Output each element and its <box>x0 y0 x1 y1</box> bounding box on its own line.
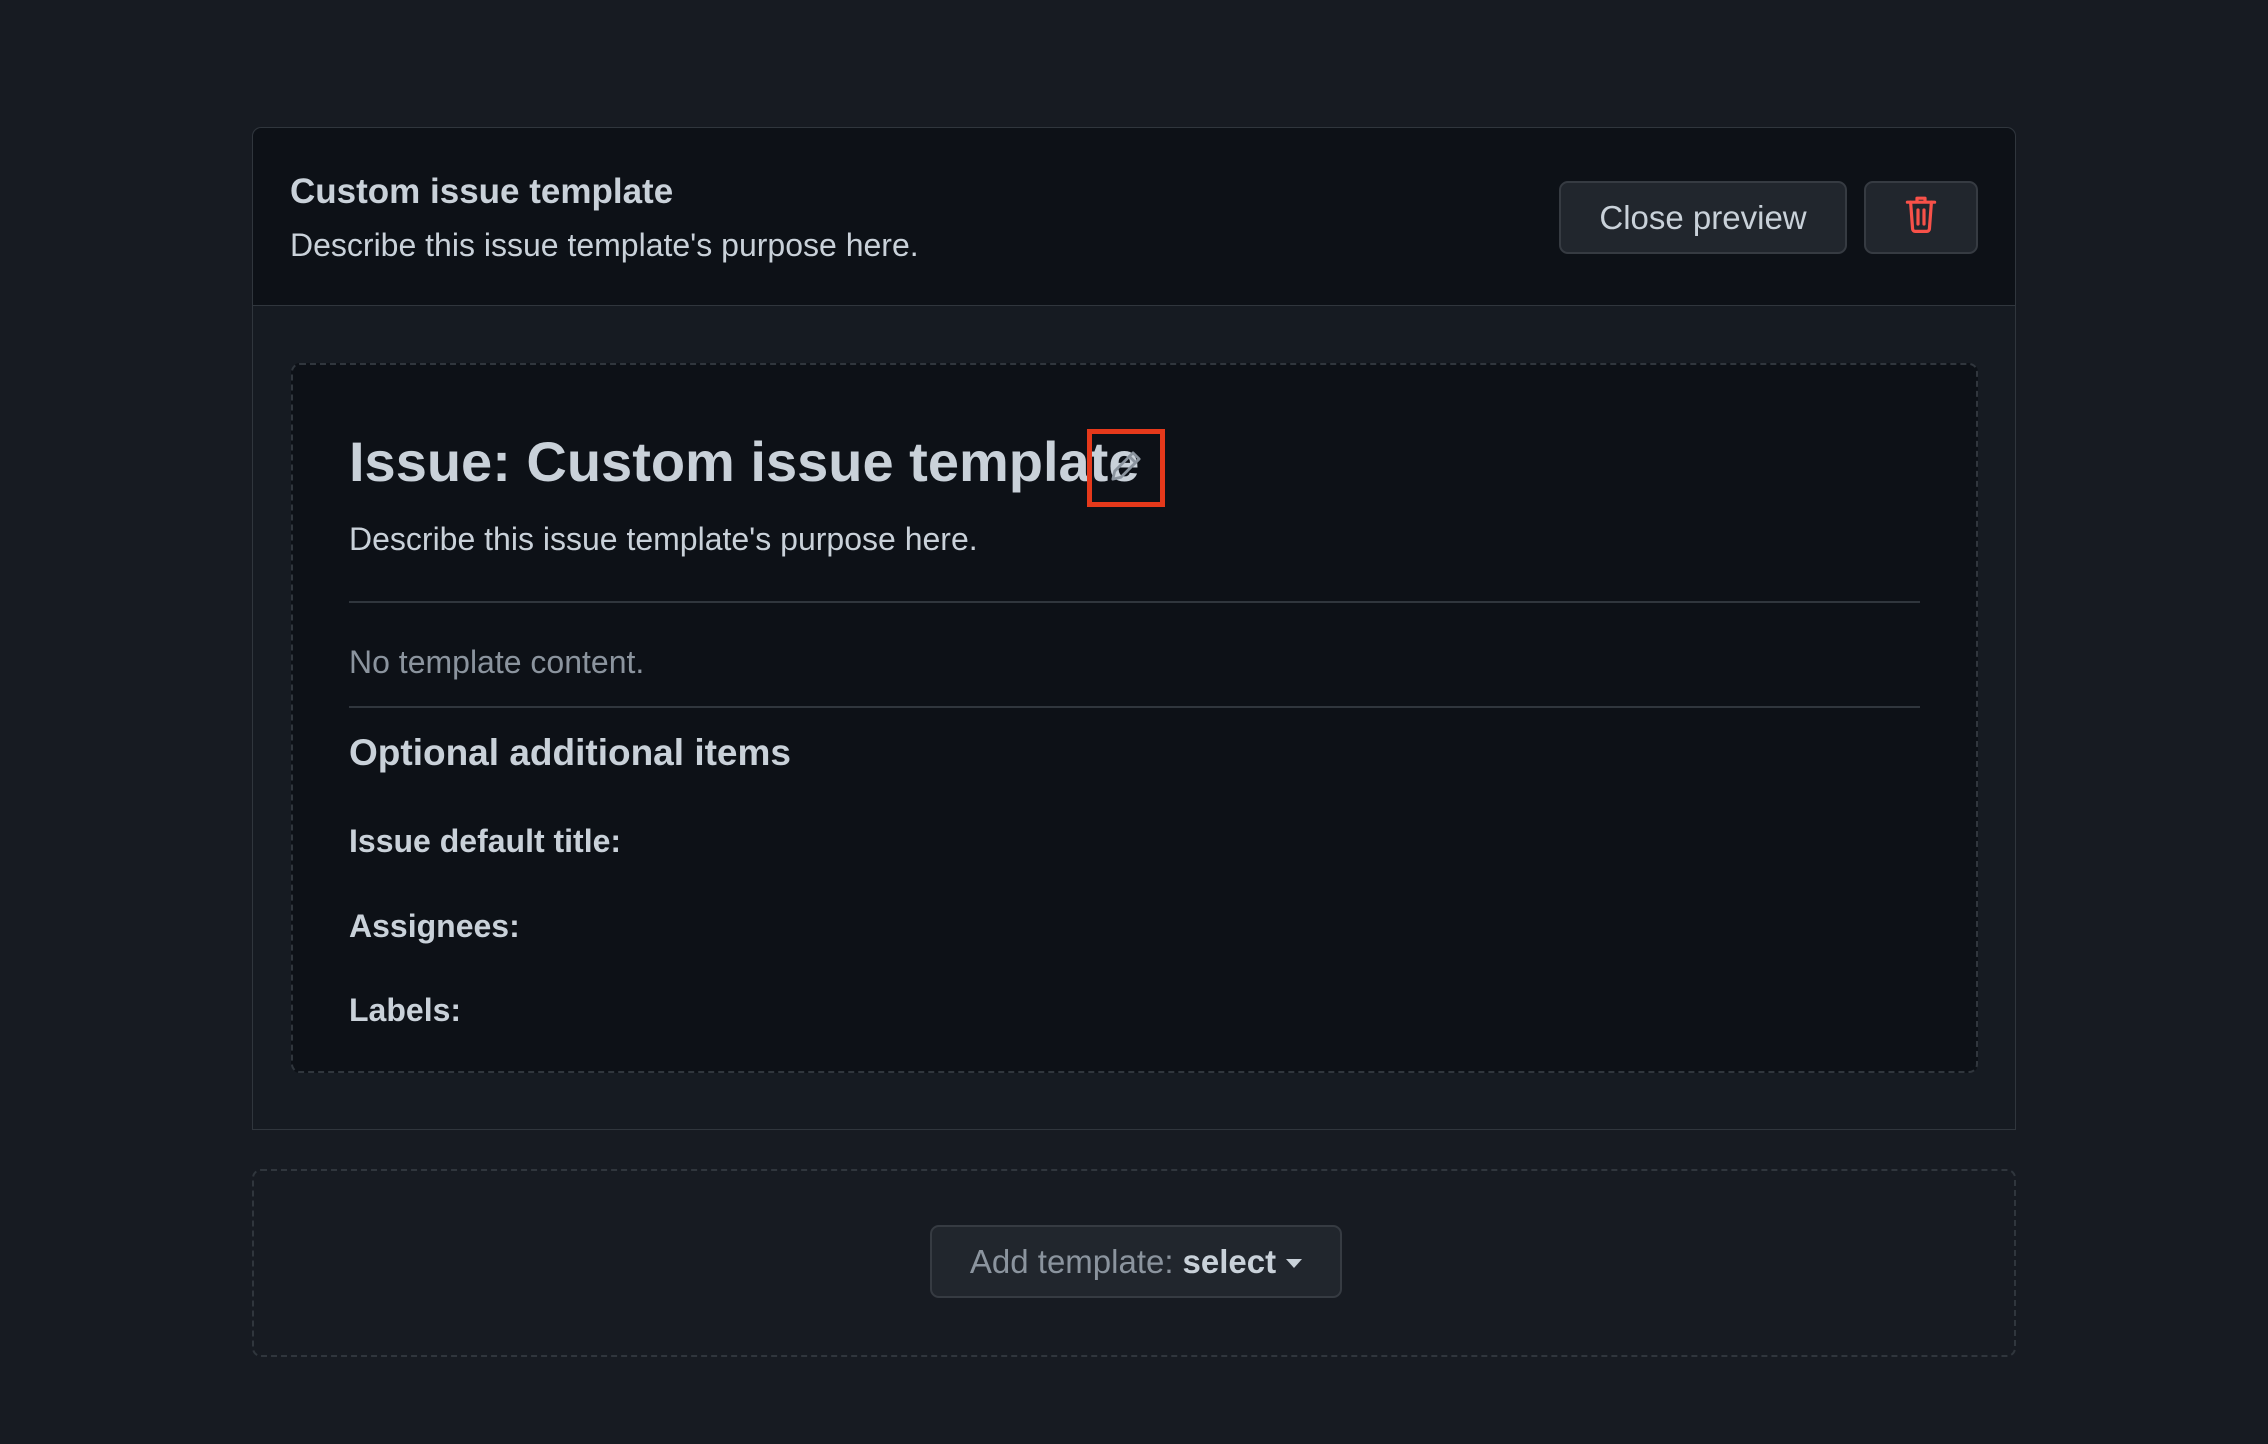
add-template-label: Add template: <box>969 1242 1174 1280</box>
template-card: Custom issue template Describe this issu… <box>252 127 2016 1130</box>
labels-label: Labels: <box>349 992 462 1028</box>
add-template-select[interactable]: Add template: select <box>930 1225 1342 1298</box>
divider <box>349 601 1920 603</box>
close-preview-button[interactable]: Close preview <box>1559 181 1847 254</box>
delete-template-button[interactable] <box>1864 181 1978 254</box>
close-preview-label: Close preview <box>1599 198 1807 236</box>
empty-content-text: No template content. <box>349 644 645 680</box>
trash-icon <box>1905 195 1937 241</box>
template-header: Custom issue template Describe this issu… <box>253 128 2015 306</box>
add-template-area: Add template: select <box>252 1169 2016 1357</box>
template-title: Custom issue template <box>290 172 674 211</box>
template-description: Describe this issue template's purpose h… <box>290 227 919 263</box>
add-template-value: select <box>1182 1242 1277 1280</box>
edit-title-button[interactable] <box>1087 429 1165 507</box>
caret-down-icon <box>1286 1259 1303 1268</box>
preview-description: Describe this issue template's purpose h… <box>349 521 978 557</box>
optional-items-heading: Optional additional items <box>349 732 791 773</box>
divider <box>349 706 1920 708</box>
preview-title: Issue: Custom issue template <box>349 430 1140 493</box>
pencil-icon <box>1109 449 1143 488</box>
default-title-label: Issue default title: <box>349 823 622 859</box>
assignees-label: Assignees: <box>349 908 520 944</box>
template-preview: Issue: Custom issue template Describe th… <box>291 363 1978 1073</box>
